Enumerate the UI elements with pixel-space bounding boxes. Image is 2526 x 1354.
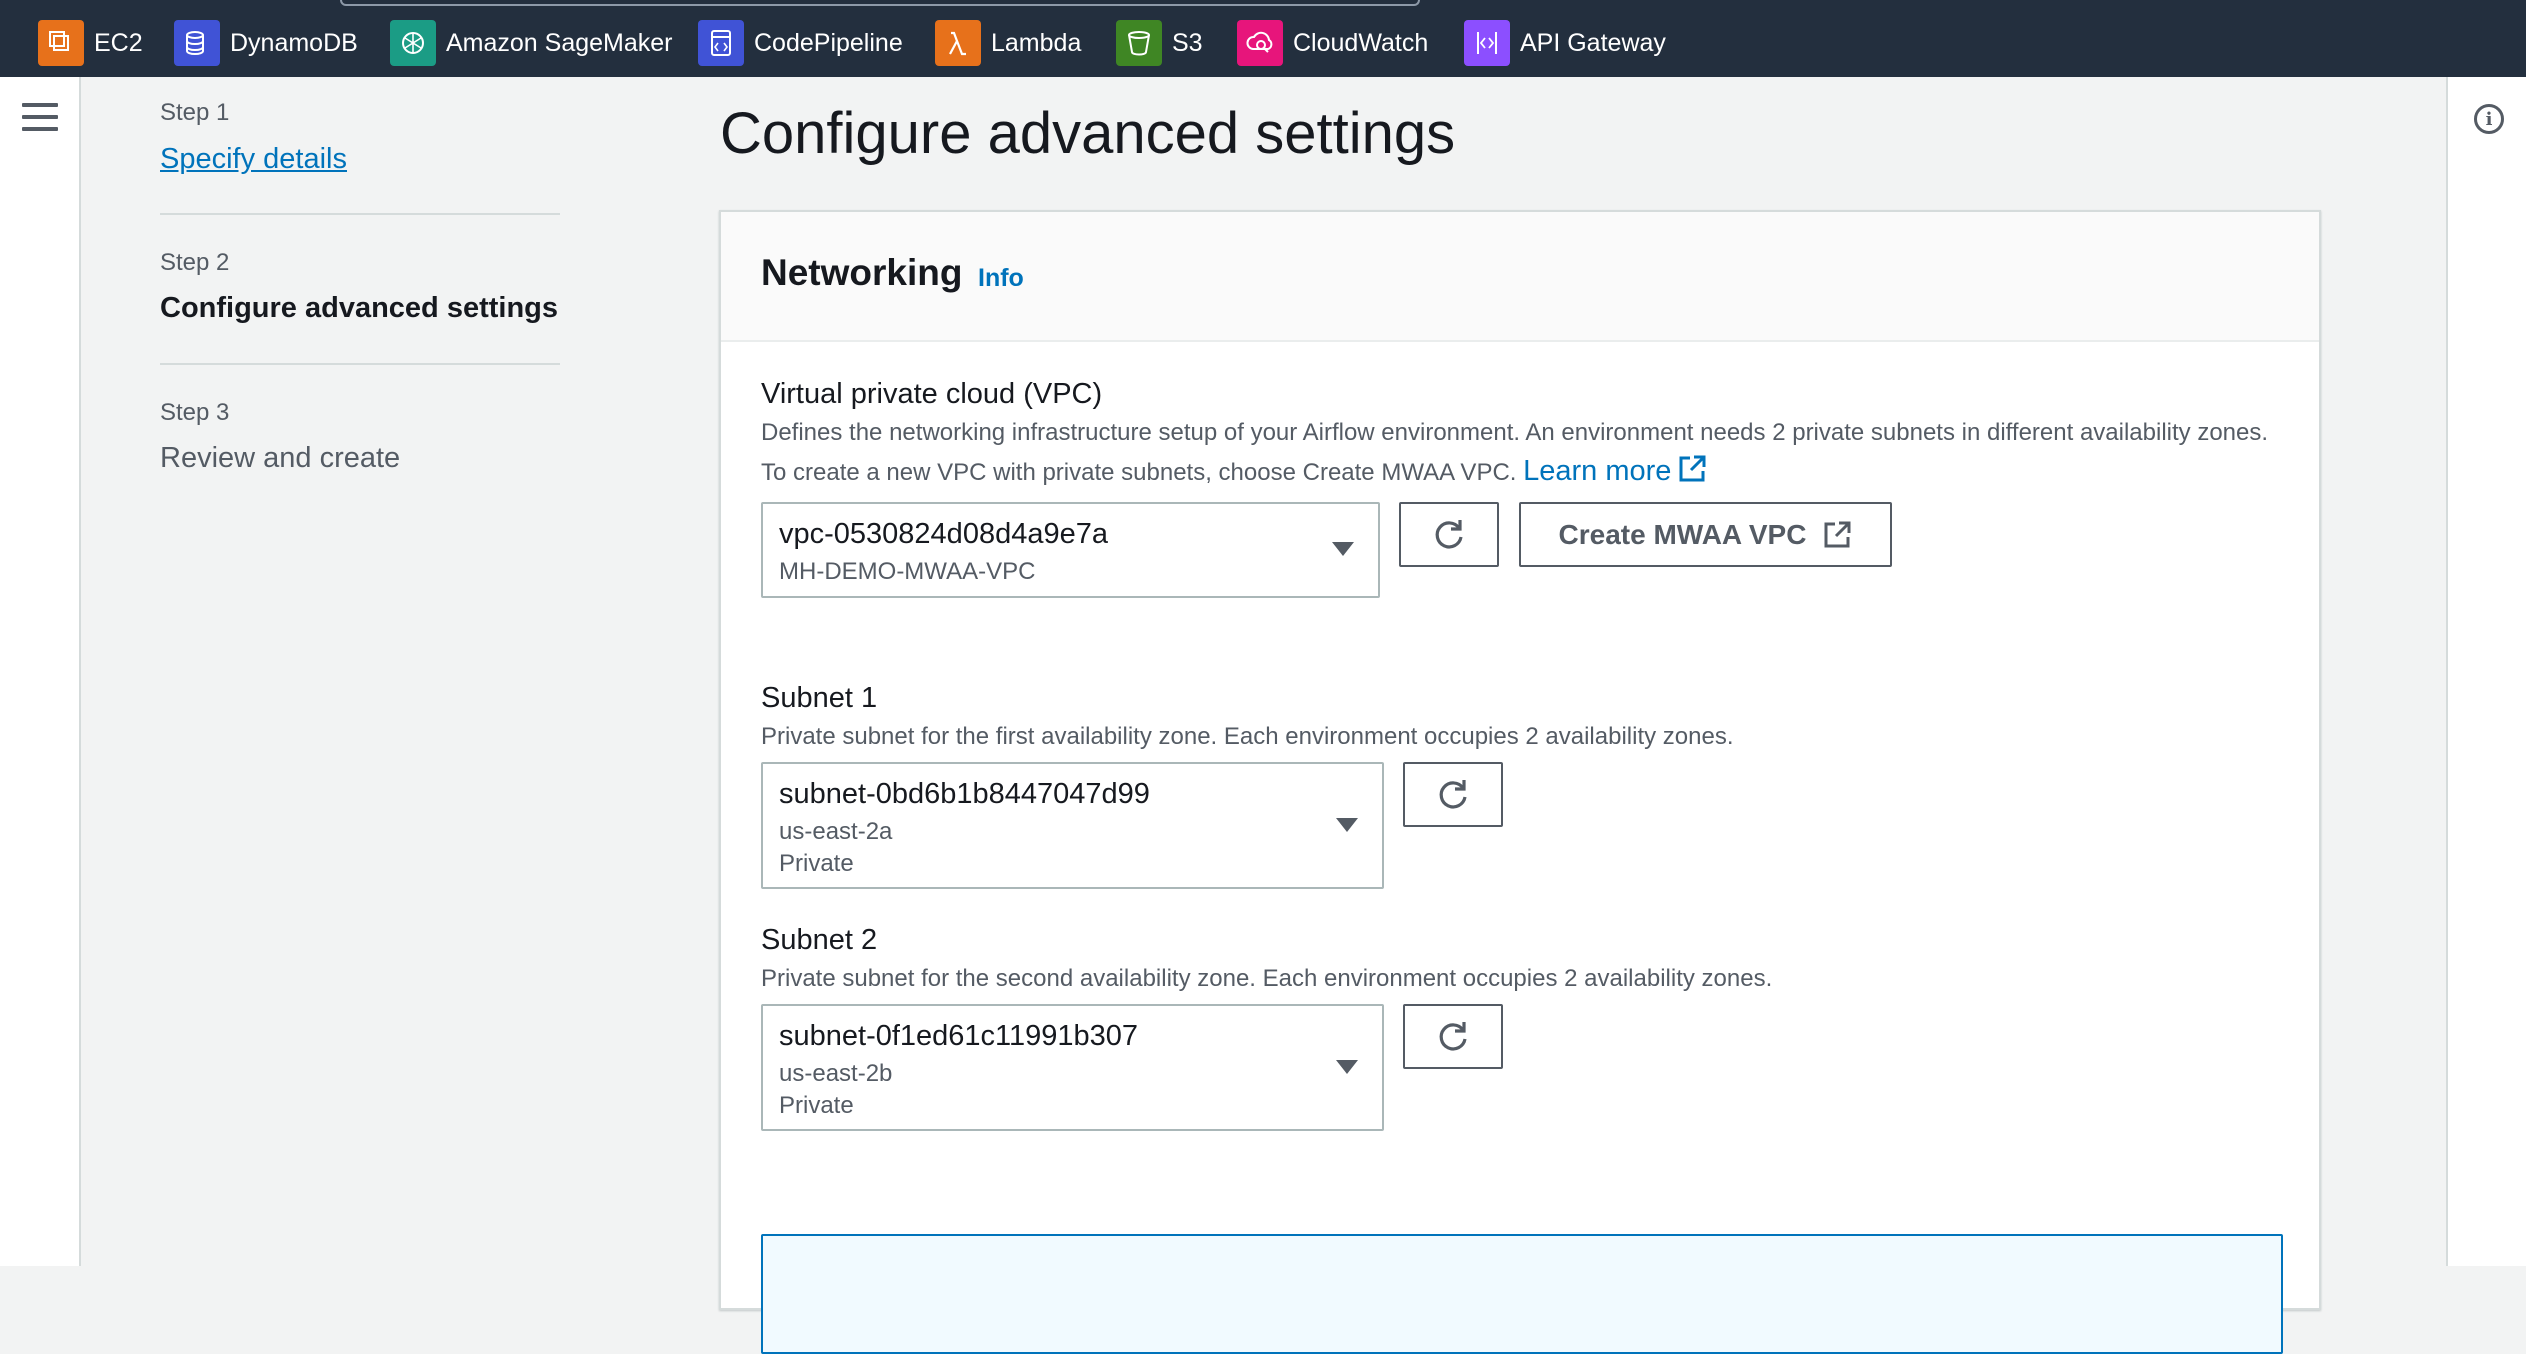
lambda-icon (935, 20, 981, 66)
caret-down-icon (1332, 542, 1354, 556)
service-label: Lambda (991, 28, 1082, 57)
service-label: EC2 (94, 28, 143, 57)
service-label: DynamoDB (230, 28, 358, 57)
service-shortcut-codepipeline[interactable]: CodePipeline (698, 20, 903, 66)
vpc-select[interactable]: vpc-0530824d08d4a9e7a MH-DEMO-MWAA-VPC (761, 502, 1380, 598)
subnet-2-select[interactable]: subnet-0f1ed61c11991b307 us-east-2b Priv… (761, 1004, 1384, 1131)
service-shortcut-api-gateway[interactable]: API Gateway (1464, 20, 1666, 66)
menu-icon[interactable] (22, 103, 58, 133)
refresh-vpc-button[interactable] (1399, 502, 1499, 567)
caret-down-icon (1336, 1059, 1358, 1074)
info-icon[interactable]: i (2474, 104, 2504, 134)
section-heading: Networking (761, 252, 963, 293)
step-3-title: Review and create (160, 442, 401, 474)
page-title: Configure advanced settings (720, 101, 1456, 166)
help-panel-rail: i (2446, 77, 2526, 1266)
step-1-link[interactable]: Specify details (160, 143, 347, 176)
info-alert (761, 1234, 2283, 1354)
step-divider (160, 363, 560, 365)
service-label: Amazon SageMaker (446, 28, 673, 57)
api-gateway-icon (1464, 20, 1510, 66)
subnet-1-select[interactable]: subnet-0bd6b1b8447047d99 us-east-2a Priv… (761, 762, 1384, 889)
panel-header: Networking Info (721, 212, 2319, 342)
service-label: CloudWatch (1293, 28, 1429, 57)
external-link-icon (1679, 455, 1706, 482)
subnet-2-description: Private subnet for the second availabili… (761, 965, 1773, 992)
ec2-icon (38, 20, 84, 66)
refresh-icon (1439, 779, 1467, 808)
sagemaker-icon (390, 20, 436, 66)
step-1-label: Step 1 (160, 99, 230, 126)
service-label: S3 (1172, 28, 1203, 57)
step-2-label: Step 2 (160, 249, 230, 276)
vpc-selected-name: MH-DEMO-MWAA-VPC (779, 558, 1036, 585)
service-shortcut-dynamodb[interactable]: DynamoDB (174, 20, 358, 66)
subnet-1-description: Private subnet for the first availabilit… (761, 723, 1734, 750)
service-shortcut-lambda[interactable]: Lambda (935, 20, 1081, 66)
service-shortcut-s3[interactable]: S3 (1116, 20, 1203, 66)
info-link[interactable]: Info (978, 264, 1024, 293)
create-mwaa-vpc-button[interactable]: Create MWAA VPC (1519, 502, 1892, 567)
external-link-icon (1824, 521, 1851, 547)
networking-panel: Networking Info Virtual private cloud (V… (719, 210, 2321, 1354)
s3-icon (1116, 20, 1162, 66)
subnet-1-selected-id: subnet-0bd6b1b8447047d99 (779, 778, 1150, 810)
step-3-label: Step 3 (160, 399, 230, 426)
learn-more-link[interactable]: Learn more (1523, 455, 1707, 487)
cloudwatch-icon (1237, 20, 1283, 66)
refresh-subnet-1-button[interactable] (1403, 762, 1503, 827)
subnet-1-zone: us-east-2a (779, 818, 893, 845)
vpc-label: Virtual private cloud (VPC) (761, 378, 1103, 410)
side-navigation-rail (0, 77, 81, 1266)
subnet-1-type: Private (779, 850, 854, 877)
refresh-subnet-2-button[interactable] (1403, 1004, 1503, 1069)
search-input[interactable] (340, 0, 1420, 6)
service-shortcut-ec2[interactable]: EC2 (38, 20, 143, 66)
refresh-icon (1439, 1021, 1467, 1050)
vpc-selected-id: vpc-0530824d08d4a9e7a (779, 518, 1108, 550)
caret-down-icon (1336, 817, 1358, 832)
vpc-description-text: Defines the networking infrastructure se… (761, 419, 2269, 486)
dynamodb-icon (174, 20, 220, 66)
subnet-2-selected-id: subnet-0f1ed61c11991b307 (779, 1020, 1139, 1052)
vpc-description: Defines the networking infrastructure se… (761, 414, 2281, 492)
service-shortcut-cloudwatch[interactable]: CloudWatch (1237, 20, 1428, 66)
service-label: API Gateway (1520, 28, 1666, 57)
subnet-2-label: Subnet 2 (761, 924, 878, 956)
service-shortcut-sagemaker[interactable]: Amazon SageMaker (390, 20, 673, 66)
step-divider (160, 213, 560, 215)
subnet-2-zone: us-east-2b (779, 1060, 893, 1087)
subnet-2-type: Private (779, 1092, 854, 1119)
step-2-title: Configure advanced settings (160, 292, 559, 324)
create-mwaa-vpc-label: Create MWAA VPC (1558, 518, 1807, 550)
refresh-icon (1435, 519, 1463, 548)
services-bar: EC2 DynamoDB Amazon SageMaker CodePipeli… (0, 0, 2526, 77)
learn-more-label: Learn more (1523, 455, 1672, 487)
service-label: CodePipeline (754, 28, 903, 57)
codepipeline-icon (698, 20, 744, 66)
subnet-1-label: Subnet 1 (761, 682, 878, 714)
